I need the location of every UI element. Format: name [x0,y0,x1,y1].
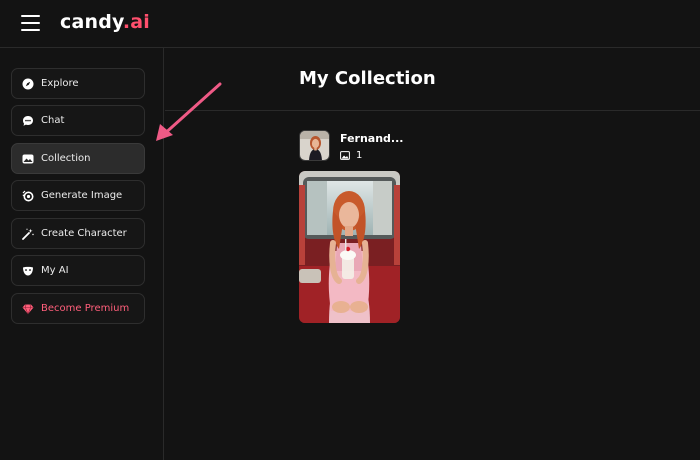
gallery-icon [22,153,34,165]
sidebar-item-label: Chat [41,115,65,126]
divider [165,110,700,111]
top-bar: candy.ai [0,0,700,48]
sidebar-item-label: My AI [41,265,69,276]
page-title: My Collection [299,68,436,89]
sidebar-item-label: Generate Image [41,190,123,201]
sidebar-item-label: Explore [41,78,79,89]
logo[interactable]: candy.ai [60,11,150,33]
sidebar-item-generate-image[interactable]: Generate Image [11,180,145,211]
sidebar-item-create-character[interactable]: Create Character [11,218,145,249]
chat-bubble-icon [22,115,34,127]
magic-wand-icon [22,228,34,240]
image-icon [340,151,350,160]
logo-accent: .ai [122,11,151,33]
sidebar: Explore Chat Collection Generate Image C… [0,48,164,460]
pointer-arrow-icon [156,82,222,141]
sidebar-item-my-ai[interactable]: My AI [11,255,145,286]
sidebar-item-become-premium[interactable]: Become Premium [11,293,145,324]
hamburger-icon[interactable] [21,15,40,31]
sidebar-item-explore[interactable]: Explore [11,68,145,99]
sidebar-item-label: Become Premium [41,303,130,314]
avatar[interactable] [299,130,330,161]
image-count-value: 1 [356,150,363,161]
diamond-icon [22,303,34,315]
mask-icon [22,265,34,277]
sidebar-item-collection[interactable]: Collection [11,143,145,174]
logo-main: candy [60,11,123,33]
sidebar-item-label: Create Character [41,228,127,239]
sidebar-item-chat[interactable]: Chat [11,105,145,136]
character-name[interactable]: Fernand... [340,132,403,145]
compass-icon [22,78,34,90]
sidebar-item-label: Collection [41,153,91,164]
camera-icon [22,190,34,202]
collection-image[interactable] [299,171,400,323]
image-count: 1 [340,150,362,161]
